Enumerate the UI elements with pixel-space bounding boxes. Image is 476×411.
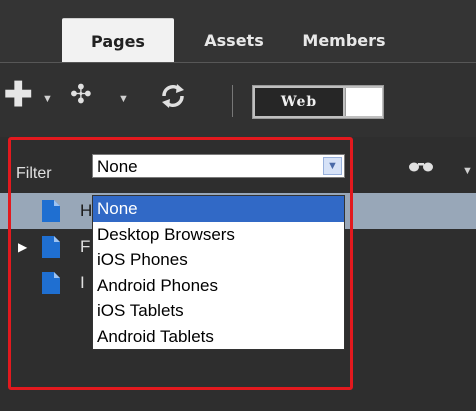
filter-option-desktop-browsers[interactable]: Desktop Browsers bbox=[93, 222, 344, 248]
filter-option-none[interactable]: None bbox=[93, 196, 344, 222]
tab-pages[interactable]: Pages bbox=[62, 18, 174, 63]
chevron-down-icon[interactable]: ▼ bbox=[323, 157, 342, 175]
chevron-down-icon[interactable]: ▼ bbox=[462, 165, 473, 177]
tree-row-label: I bbox=[80, 273, 85, 292]
tree-row-label: F bbox=[80, 237, 91, 256]
chevron-down-icon[interactable]: ▼ bbox=[118, 93, 129, 105]
move-arrows-icon[interactable]: ✣ bbox=[70, 80, 92, 108]
page-icon bbox=[42, 200, 60, 222]
filter-option-android-phones[interactable]: Android Phones bbox=[93, 273, 344, 299]
filter-option-ios-phones[interactable]: iOS Phones bbox=[93, 247, 344, 273]
plus-icon[interactable]: ✚ bbox=[4, 78, 33, 112]
tree-row-label: H bbox=[80, 201, 93, 220]
toggle-knob[interactable] bbox=[345, 88, 382, 116]
tab-members[interactable]: Members bbox=[294, 18, 394, 62]
chevron-down-icon[interactable]: ▼ bbox=[42, 93, 53, 105]
pages-panel: Filter None ▼ ▼ H ▶ F I None Desktop Bro… bbox=[0, 137, 476, 411]
filter-select[interactable]: None ▼ bbox=[92, 154, 345, 178]
page-icon bbox=[42, 272, 60, 294]
filter-selected-value: None bbox=[97, 157, 138, 176]
web-toggle-label: Web bbox=[255, 88, 343, 116]
filter-dropdown-list: None Desktop Browsers iOS Phones Android… bbox=[92, 195, 345, 350]
app-window: Pages Assets Members ✚ ▼ ✣ ▼ Web Filter … bbox=[0, 0, 476, 411]
filter-label: Filter bbox=[16, 165, 52, 182]
toolbar: ✚ ▼ ✣ ▼ Web bbox=[0, 62, 476, 138]
glasses-icon[interactable] bbox=[408, 159, 434, 173]
filter-option-ios-tablets[interactable]: iOS Tablets bbox=[93, 298, 344, 324]
tab-assets[interactable]: Assets bbox=[190, 18, 278, 62]
page-icon bbox=[42, 236, 60, 258]
tab-bar: Pages Assets Members bbox=[0, 0, 476, 63]
toolbar-divider bbox=[232, 85, 233, 117]
expand-arrow-icon[interactable]: ▶ bbox=[18, 240, 27, 254]
web-toggle[interactable]: Web bbox=[252, 85, 384, 119]
filter-option-android-tablets[interactable]: Android Tablets bbox=[93, 324, 344, 350]
sync-icon[interactable] bbox=[160, 83, 186, 109]
